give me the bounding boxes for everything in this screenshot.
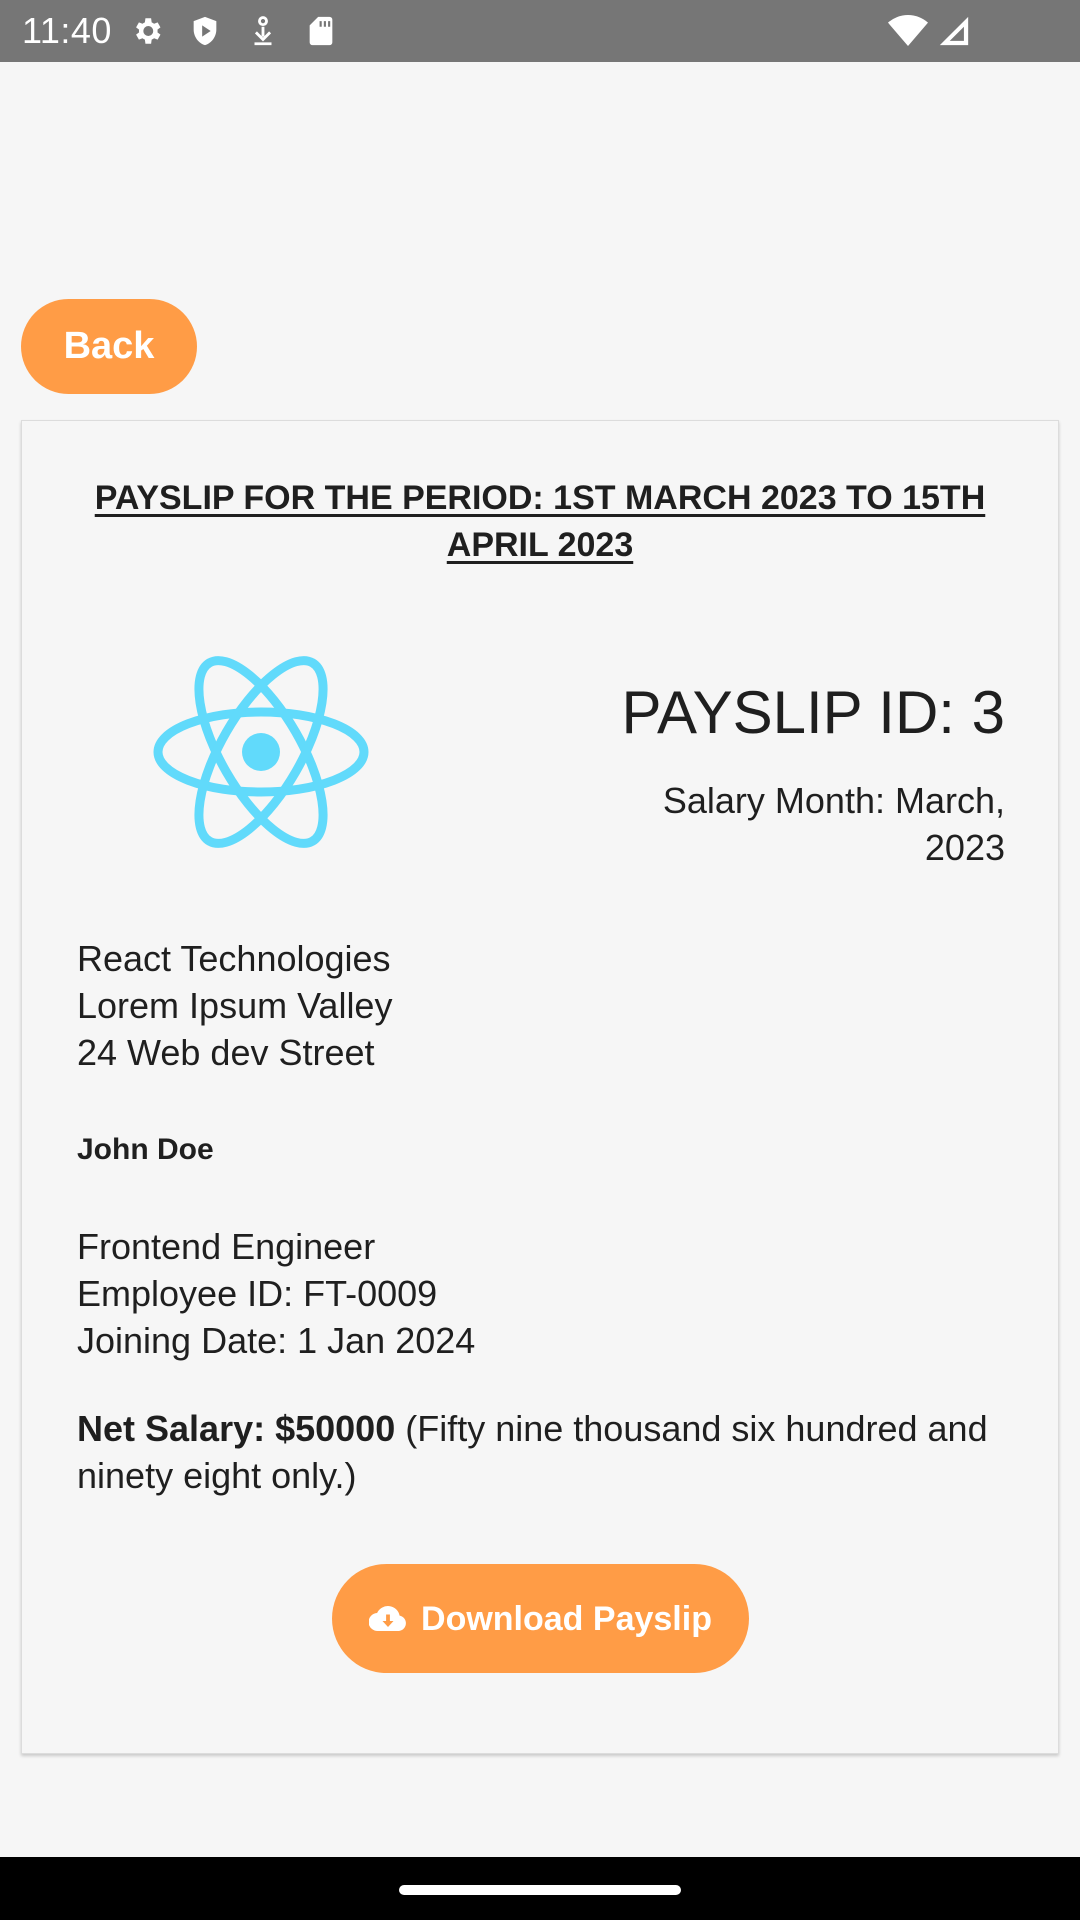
payslip-id: PAYSLIP ID: 3	[621, 679, 1005, 746]
navigation-bar	[0, 1857, 1080, 1920]
net-salary-label: Net Salary: $50000	[77, 1408, 396, 1449]
download-payslip-label: Download Payslip	[421, 1599, 712, 1638]
wifi-icon	[888, 13, 928, 49]
joining-date: Joining Date: 1 Jan 2024	[77, 1320, 476, 1361]
payslip-period-title: PAYSLIP FOR THE PERIOD: 1ST MARCH 2023 T…	[94, 479, 986, 564]
back-button[interactable]: Back	[21, 299, 197, 394]
react-logo-icon	[152, 655, 370, 849]
employee-id: Employee ID: FT-0009	[77, 1273, 438, 1314]
settings-icon	[130, 14, 164, 48]
download-status-icon	[246, 14, 280, 48]
salary-month: Salary Month: March, 2023	[662, 780, 1005, 868]
company-address: React Technologies Lorem Ipsum Valley 24…	[77, 935, 392, 1076]
cloud-download-icon	[369, 1604, 407, 1634]
download-payslip-button[interactable]: Download Payslip	[332, 1564, 749, 1673]
employee-designation: Frontend Engineer	[77, 1226, 376, 1267]
employee-name: John Doe	[77, 1133, 214, 1166]
payslip-card	[21, 420, 1059, 1754]
sd-card-icon	[304, 14, 338, 48]
signal-icon	[936, 14, 972, 48]
company-address-line2: 24 Web dev Street	[77, 1032, 375, 1073]
employee-details: Frontend Engineer Employee ID: FT-0009 J…	[77, 1223, 475, 1364]
company-address-line1: Lorem Ipsum Valley	[77, 985, 393, 1026]
company-name: React Technologies	[77, 938, 391, 979]
home-indicator[interactable]	[399, 1885, 681, 1895]
net-salary: Net Salary: $50000 (Fifty nine thousand …	[77, 1405, 1003, 1499]
status-bar: 11:40	[0, 0, 1080, 62]
status-time: 11:40	[22, 10, 112, 51]
shield-icon	[188, 14, 222, 48]
